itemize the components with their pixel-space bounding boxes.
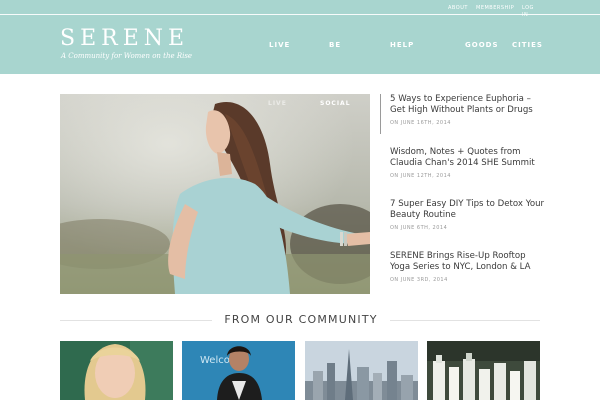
community-thumb-portrait[interactable] bbox=[60, 341, 173, 400]
article-active-marker bbox=[380, 94, 381, 134]
community-thumb-city[interactable] bbox=[305, 341, 418, 400]
article-title[interactable]: SERENE Brings Rise-Up Rooftop Yoga Serie… bbox=[390, 251, 545, 273]
hero-tab-social[interactable]: SOCIAL bbox=[320, 100, 351, 107]
portrait-blonde-woman-image bbox=[60, 341, 173, 400]
article-title[interactable]: 5 Ways to Experience Euphoria – Get High… bbox=[390, 94, 545, 116]
welcome-sign-text: Welco bbox=[200, 355, 230, 366]
hero-photo-woman bbox=[60, 94, 370, 294]
city-skyline-image bbox=[305, 341, 418, 400]
community-heading: FROM OUR COMMUNITY bbox=[224, 313, 378, 326]
about-link[interactable]: ABOUT bbox=[448, 5, 468, 15]
community-rule-right bbox=[390, 320, 540, 321]
nav-help[interactable]: HELP bbox=[390, 41, 414, 49]
community-thumb-speaker[interactable]: Welco bbox=[182, 341, 295, 400]
article-item[interactable]: 5 Ways to Experience Euphoria – Get High… bbox=[390, 94, 545, 126]
article-date: ON JUNE 12TH, 2014 bbox=[390, 173, 451, 179]
article-date: ON JUNE 3RD, 2014 bbox=[390, 277, 448, 283]
community-rule-left bbox=[60, 320, 212, 321]
site-tagline: A Community for Women on the Rise bbox=[61, 52, 193, 60]
article-item[interactable]: SERENE Brings Rise-Up Rooftop Yoga Serie… bbox=[390, 251, 545, 283]
article-title[interactable]: 7 Super Easy DIY Tips to Detox Your Beau… bbox=[390, 199, 545, 221]
site-header: ABOUT MEMBERSHIP LOG IN SERENE A Communi… bbox=[0, 0, 600, 74]
beauty-bottles-image bbox=[427, 341, 540, 400]
membership-link[interactable]: MEMBERSHIP bbox=[476, 5, 514, 15]
woman-at-event-image: Welco bbox=[182, 341, 295, 400]
article-date: ON JUNE 16TH, 2014 bbox=[390, 120, 451, 126]
nav-goods[interactable]: GOODS bbox=[465, 41, 499, 49]
hero-image[interactable] bbox=[60, 94, 370, 294]
article-item[interactable]: Wisdom, Notes + Quotes from Claudia Chan… bbox=[390, 147, 545, 179]
article-date: ON JUNE 6TH, 2014 bbox=[390, 225, 448, 231]
nav-be[interactable]: BE bbox=[329, 41, 341, 49]
login-link[interactable]: LOG IN bbox=[522, 5, 536, 18]
hero-tab-live[interactable]: LIVE bbox=[268, 100, 287, 107]
nav-live[interactable]: LIVE bbox=[269, 41, 290, 49]
community-thumb-products[interactable] bbox=[427, 341, 540, 400]
article-title[interactable]: Wisdom, Notes + Quotes from Claudia Chan… bbox=[390, 147, 545, 169]
nav-cities[interactable]: CITIES bbox=[512, 41, 543, 49]
site-logo[interactable]: SERENE bbox=[60, 28, 189, 50]
article-item[interactable]: 7 Super Easy DIY Tips to Detox Your Beau… bbox=[390, 199, 545, 231]
